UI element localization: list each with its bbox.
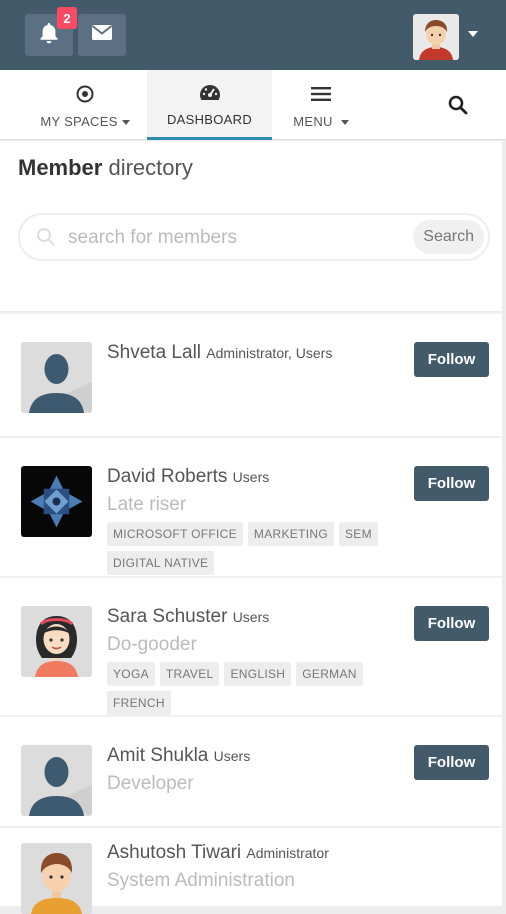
bell-icon bbox=[39, 22, 59, 49]
nav-my-spaces-label: MY SPACES bbox=[40, 113, 118, 129]
list-item: David Roberts Users Late riser MICROSOFT… bbox=[0, 436, 502, 576]
member-role: Users bbox=[213, 748, 251, 764]
member-name-line: Ashutosh Tiwari Administrator bbox=[107, 842, 329, 864]
member-name-line: Sara Schuster Users bbox=[107, 606, 269, 628]
member-tags: MICROSOFT OFFICE MARKETING SEM DIGITAL N… bbox=[107, 522, 407, 575]
nav-menu-label: MENU bbox=[293, 113, 333, 129]
nav-dashboard[interactable]: DASHBOARD bbox=[147, 70, 272, 140]
caret-down-icon[interactable] bbox=[468, 31, 478, 37]
main-nav: MY SPACES DASHBOARD MENU bbox=[0, 70, 506, 140]
member-name[interactable]: Shveta Lall bbox=[107, 342, 201, 363]
member-role: Users bbox=[232, 609, 270, 625]
nav-dashboard-label: DASHBOARD bbox=[166, 112, 253, 127]
search-button[interactable]: Search bbox=[413, 220, 484, 254]
search-form: Search bbox=[18, 213, 490, 261]
tag[interactable]: FRENCH bbox=[107, 691, 171, 715]
search-input[interactable] bbox=[68, 225, 398, 251]
tag[interactable]: TRAVEL bbox=[159, 662, 220, 686]
member-role: Users bbox=[232, 469, 270, 485]
search-icon[interactable] bbox=[440, 90, 476, 120]
nav-menu[interactable]: MENU bbox=[276, 70, 366, 140]
avatar[interactable] bbox=[21, 606, 92, 677]
tag[interactable]: ENGLISH bbox=[224, 662, 292, 686]
member-tagline: Late riser bbox=[107, 494, 187, 515]
notification-badge: 2 bbox=[57, 7, 77, 29]
directory-panel: Member directory Search bbox=[0, 141, 502, 311]
member-name[interactable]: Amit Shukla bbox=[107, 745, 208, 766]
nav-my-spaces[interactable]: MY SPACES bbox=[30, 70, 140, 140]
avatar[interactable] bbox=[21, 843, 92, 914]
tag[interactable]: YOGA bbox=[107, 662, 155, 686]
follow-button[interactable]: Follow bbox=[414, 606, 489, 641]
member-tagline: Developer bbox=[107, 773, 194, 794]
search-icon bbox=[36, 227, 56, 252]
avatar[interactable] bbox=[21, 745, 92, 816]
member-tagline: System Administration bbox=[107, 870, 295, 891]
hamburger-icon bbox=[311, 82, 331, 106]
follow-button[interactable]: Follow bbox=[414, 745, 489, 780]
page-title: Member directory bbox=[18, 155, 193, 181]
envelope-icon bbox=[91, 24, 113, 46]
member-tagline: Do-gooder bbox=[107, 634, 197, 655]
tag[interactable]: SEM bbox=[338, 522, 378, 546]
member-list: Shveta Lall Administrator, Users Follow … bbox=[0, 312, 502, 914]
member-name-line: Amit Shukla Users bbox=[107, 745, 250, 767]
title-bold: Member bbox=[18, 155, 103, 180]
follow-button[interactable]: Follow bbox=[414, 342, 489, 377]
tag[interactable]: MICROSOFT OFFICE bbox=[107, 522, 243, 546]
follow-button[interactable]: Follow bbox=[414, 466, 489, 501]
caret-down-icon bbox=[121, 119, 130, 125]
messages-button[interactable] bbox=[78, 14, 126, 56]
avatar[interactable] bbox=[21, 466, 92, 537]
member-role: Administrator, Users bbox=[206, 345, 333, 361]
nav-menu-label-wrap: MENU bbox=[293, 113, 349, 129]
top-bar: 2 bbox=[0, 0, 506, 70]
title-rest: directory bbox=[108, 155, 193, 180]
member-role: Administrator bbox=[246, 845, 329, 861]
member-name-line: Shveta Lall Administrator, Users bbox=[107, 342, 332, 364]
dashboard-icon bbox=[199, 80, 221, 104]
target-icon bbox=[76, 82, 94, 106]
user-avatar[interactable] bbox=[413, 14, 459, 60]
caret-down-icon bbox=[340, 119, 349, 125]
notifications-button[interactable]: 2 bbox=[25, 7, 77, 56]
member-name[interactable]: Sara Schuster bbox=[107, 606, 227, 627]
member-name[interactable]: David Roberts bbox=[107, 466, 227, 487]
nav-my-spaces-label-wrap: MY SPACES bbox=[40, 113, 130, 129]
list-item: Ashutosh Tiwari Administrator System Adm… bbox=[0, 826, 502, 914]
tag[interactable]: MARKETING bbox=[247, 522, 334, 546]
tag[interactable]: DIGITAL NATIVE bbox=[107, 551, 215, 575]
member-name-line: David Roberts Users bbox=[107, 466, 269, 488]
tag[interactable]: GERMAN bbox=[296, 662, 363, 686]
avatar[interactable] bbox=[21, 342, 92, 413]
member-tags: YOGA TRAVEL ENGLISH GERMAN FRENCH bbox=[107, 662, 407, 715]
list-item: Shveta Lall Administrator, Users Follow bbox=[0, 312, 502, 436]
list-item: Sara Schuster Users Do-gooder YOGA TRAVE… bbox=[0, 576, 502, 715]
list-item: Amit Shukla Users Developer Follow bbox=[0, 715, 502, 826]
member-name[interactable]: Ashutosh Tiwari bbox=[107, 842, 241, 863]
